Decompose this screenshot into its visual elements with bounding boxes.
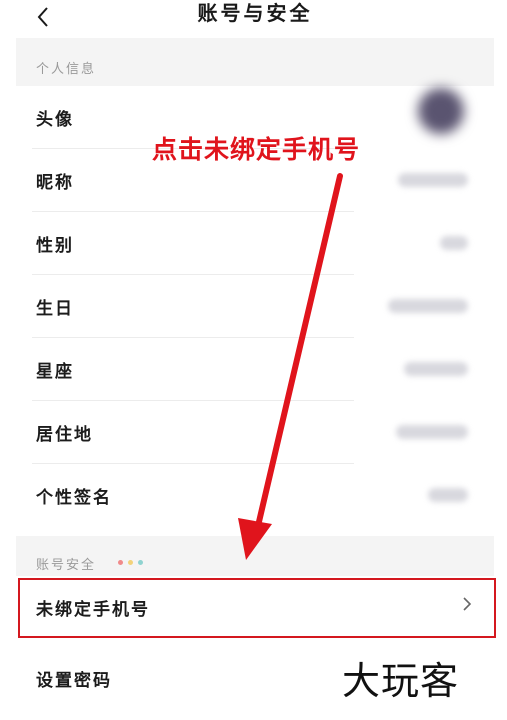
decorative-dots	[118, 560, 143, 565]
avatar	[418, 88, 464, 134]
blurred-value	[428, 488, 468, 502]
row-birthday[interactable]: 生日	[16, 275, 494, 338]
row-location[interactable]: 居住地	[16, 401, 494, 464]
page-title: 账号与安全	[197, 1, 313, 25]
row-label: 昵称	[36, 173, 74, 193]
highlight-box	[18, 578, 496, 638]
top-bar: 账号与安全	[16, 0, 494, 38]
section-header-personal-info: 个人信息	[16, 38, 494, 86]
blurred-value	[398, 173, 468, 187]
row-label: 个性签名	[36, 488, 112, 508]
section-label: 个人信息	[36, 62, 97, 77]
dot-icon	[118, 560, 123, 565]
blurred-value	[404, 362, 468, 376]
watermark: 大玩客	[342, 659, 460, 703]
row-label: 星座	[36, 362, 74, 382]
row-label: 居住地	[36, 425, 93, 445]
annotation-text: 点击未绑定手机号	[152, 135, 361, 164]
blurred-value	[440, 236, 468, 250]
section-label: 账号安全	[36, 558, 97, 573]
row-label: 头像	[36, 110, 74, 130]
blurred-value	[388, 299, 468, 313]
row-label: 设置密码	[36, 671, 112, 691]
row-label: 生日	[36, 299, 74, 319]
dot-icon	[138, 560, 143, 565]
blurred-value	[396, 425, 468, 439]
row-gender[interactable]: 性别	[16, 212, 494, 275]
section-header-account-security: 账号安全	[16, 536, 494, 576]
dot-icon	[128, 560, 133, 565]
row-signature[interactable]: 个性签名	[16, 464, 494, 536]
row-zodiac[interactable]: 星座	[16, 338, 494, 401]
row-label: 性别	[36, 236, 74, 256]
